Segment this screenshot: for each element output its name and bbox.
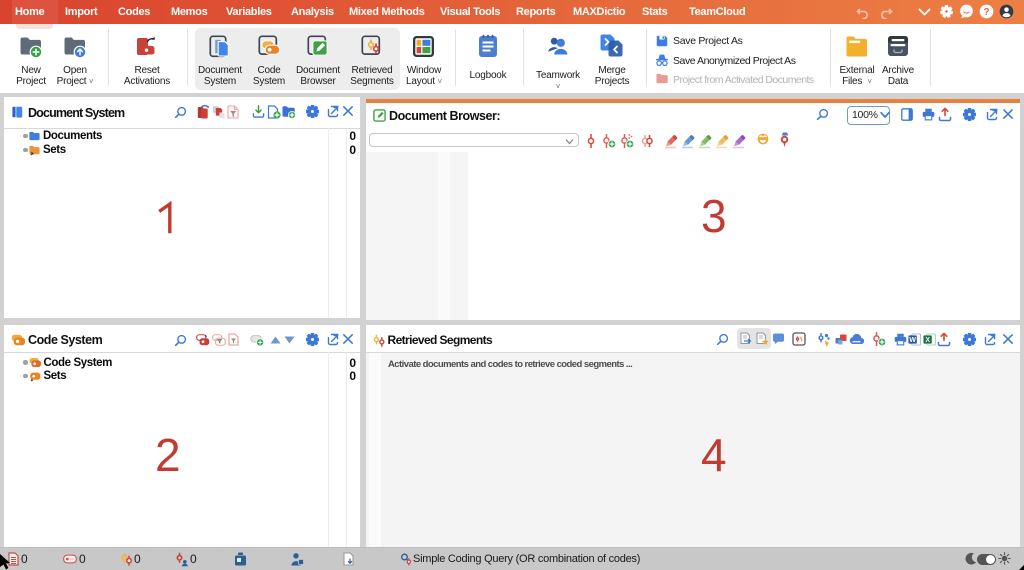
svg-text:W: W [909,337,916,344]
svg-text:?: ? [983,7,989,18]
svg-text:X: X [925,337,930,344]
